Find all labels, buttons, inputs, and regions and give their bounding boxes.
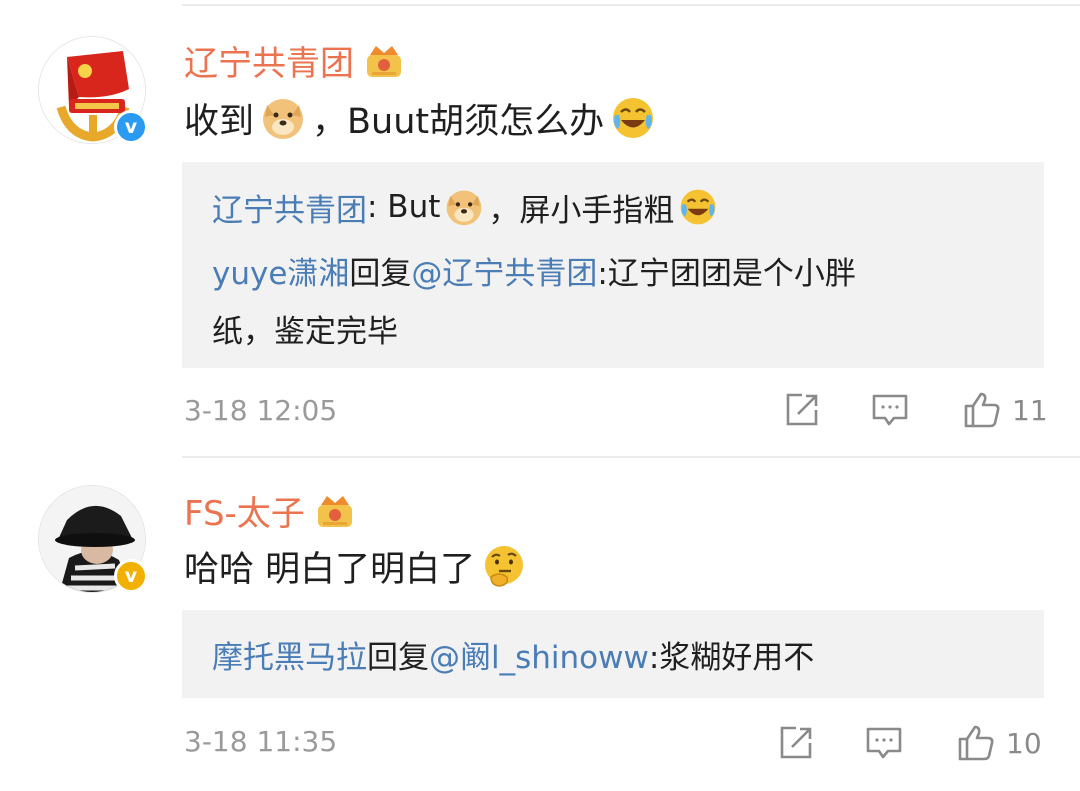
- comment-text-part: ，Buut胡须怎么办: [312, 101, 605, 142]
- quote-line: 纸，鉴定完毕: [212, 306, 398, 350]
- comment-item: v 辽宁共青团 收到 ，Buut胡须怎么办 辽宁共青团: But ，屏小手指粗…: [0, 0, 1080, 456]
- comment-icon[interactable]: [870, 390, 910, 430]
- crown-member-icon: [317, 495, 352, 527]
- share-icon[interactable]: [776, 723, 816, 763]
- quote-text: :辽宁团团是个小胖: [597, 255, 856, 292]
- laugh-emoji-icon: [680, 189, 716, 225]
- thinking-emoji-icon: [485, 546, 524, 587]
- reply-user-link[interactable]: 摩托黑马拉: [212, 632, 367, 677]
- author-name[interactable]: 辽宁共青团: [184, 36, 354, 85]
- comment-actions: 10: [776, 723, 1042, 763]
- reply-quote-box[interactable]: 辽宁共青团 : But ，屏小手指粗 yuye潇湘 回复 @辽宁共青团:辽宁团…: [182, 162, 1044, 368]
- comment-text: 哈哈 明白了明白了: [184, 538, 533, 594]
- comment-timestamp: 3-18 12:05: [184, 394, 338, 427]
- quote-text: :浆糊好用不: [648, 639, 815, 676]
- quote-line: 辽宁共青团 : But ，屏小手指粗: [212, 184, 722, 230]
- comment-item: v FS-太子 哈哈 明白了明白了 摩托黑马拉 回复 @阚l_shinoww :…: [0, 458, 1080, 791]
- crown-member-icon: [367, 45, 401, 77]
- comment-timestamp: 3-18 11:35: [184, 725, 338, 758]
- comment-author[interactable]: 辽宁共青团: [184, 36, 404, 85]
- comment-author[interactable]: FS-太子: [184, 486, 355, 535]
- verified-badge-icon: v: [114, 559, 148, 593]
- quote-text: 纸，鉴定完毕: [212, 313, 398, 350]
- quoted-author-link[interactable]: 辽宁共青团: [212, 185, 367, 230]
- reply-word: 回复: [349, 255, 412, 292]
- quote-text: : But: [367, 189, 441, 225]
- mention-link[interactable]: @阚l_shinoww: [429, 632, 649, 677]
- thumbs-up-icon[interactable]: [956, 723, 996, 763]
- reply-quote-box[interactable]: 摩托黑马拉 回复 @阚l_shinoww :浆糊好用不: [182, 610, 1044, 698]
- thumbs-up-icon[interactable]: [962, 390, 1002, 430]
- quote-line: 摩托黑马拉 回复 @阚l_shinoww :浆糊好用不: [212, 630, 814, 678]
- author-name[interactable]: FS-太子: [184, 486, 305, 535]
- verified-badge-icon: v: [114, 110, 148, 144]
- mention-link[interactable]: @辽宁共青团: [411, 248, 597, 293]
- comment-text-part: 收到: [184, 101, 255, 142]
- comment-text-part: 哈哈 明白了明白了: [184, 549, 476, 590]
- comment-icon[interactable]: [864, 723, 904, 763]
- quote-text: ，屏小手指粗: [488, 192, 675, 229]
- doge-emoji-icon: [263, 99, 304, 139]
- like-count: 10: [1006, 726, 1042, 760]
- comment-text: 收到 ，Buut胡须怎么办: [184, 92, 662, 144]
- share-icon[interactable]: [782, 390, 822, 430]
- reply-user-link[interactable]: yuye潇湘: [212, 248, 349, 293]
- quote-line: yuye潇湘 回复 @辽宁共青团 :辽宁团团是个小胖: [212, 248, 856, 292]
- comment-actions: 11: [782, 390, 1048, 430]
- laugh-cry-emoji-icon: [613, 98, 654, 138]
- doge-emoji-icon: [446, 190, 482, 226]
- reply-word: 回复: [367, 639, 429, 676]
- like-count: 11: [1012, 393, 1048, 427]
